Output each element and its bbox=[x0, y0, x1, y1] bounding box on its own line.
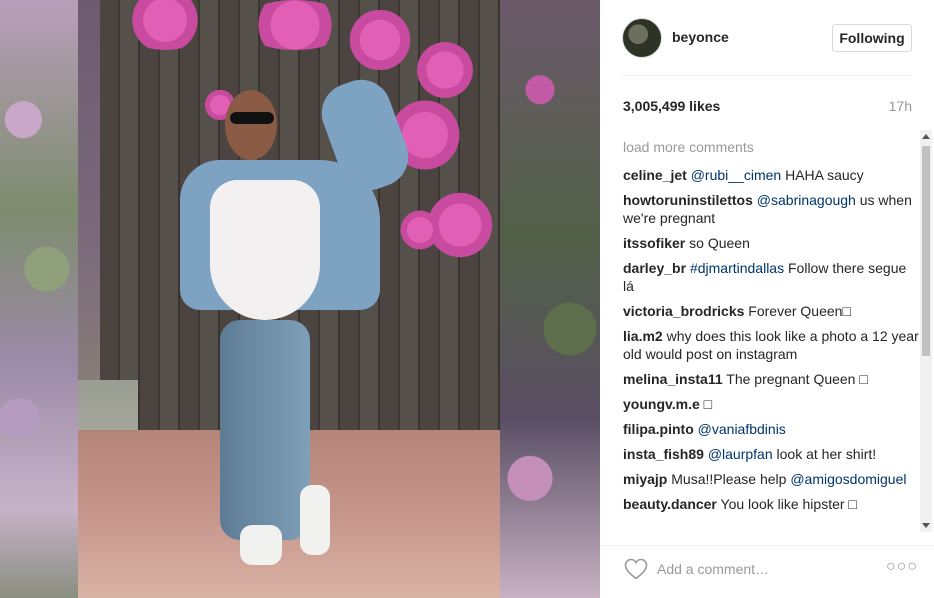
comment-username[interactable]: beauty.dancer bbox=[623, 496, 717, 512]
comment-text: so Queen bbox=[689, 235, 750, 251]
post-header: beyonce Following bbox=[622, 16, 912, 76]
comment-container: celine_jet @rubi__cimen HAHA saucy howtor… bbox=[623, 166, 919, 513]
photo-person-shoe bbox=[300, 485, 330, 555]
scroll-up-arrow-icon[interactable] bbox=[922, 134, 930, 139]
photo-person-legs bbox=[220, 320, 310, 540]
comment-mention[interactable]: @rubi__cimen bbox=[691, 167, 781, 183]
comment-username[interactable]: filipa.pinto bbox=[623, 421, 694, 437]
comment-text: why does this look like a photo a 12 yea… bbox=[623, 328, 919, 362]
comment-item: celine_jet @rubi__cimen HAHA saucy bbox=[623, 166, 919, 184]
comment-item: youngv.m.e □ bbox=[623, 395, 919, 413]
instagram-post-view: beyonce Following 3,005,499 likes 17h lo… bbox=[0, 0, 934, 598]
comment-username[interactable]: itssofiker bbox=[623, 235, 685, 251]
comment-item: miyajp Musa!!Please help @amigosdomiguel bbox=[623, 470, 919, 488]
comment-text: HAHA saucy bbox=[781, 167, 864, 183]
photo-flowers bbox=[340, 10, 420, 70]
comment-username[interactable]: celine_jet bbox=[623, 167, 687, 183]
comment-mention[interactable]: @sabrinagough bbox=[757, 192, 856, 208]
scroll-thumb[interactable] bbox=[922, 146, 930, 356]
photo-person-shirt bbox=[210, 180, 320, 320]
photo-person-shoe bbox=[240, 525, 282, 565]
comment-item: victoria_brodricks Forever Queen□ bbox=[623, 302, 919, 320]
avatar[interactable] bbox=[622, 18, 662, 58]
comment-username[interactable]: melina_insta11 bbox=[623, 371, 723, 387]
photo-flowers bbox=[240, 0, 350, 50]
photo-left-blur bbox=[0, 0, 78, 598]
load-more-comments-link[interactable]: load more comments bbox=[623, 137, 919, 159]
comment-item: insta_fish89 @laurpfan look at her shirt… bbox=[623, 445, 919, 463]
post-footer: ○○○ bbox=[600, 545, 934, 598]
photo-right-blur bbox=[500, 0, 600, 598]
comment-item: melina_insta11 The pregnant Queen □ bbox=[623, 370, 919, 388]
comment-item: darley_br #djmartindallas Follow there s… bbox=[623, 259, 919, 295]
comment-text: □ bbox=[703, 396, 713, 412]
scroll-down-arrow-icon[interactable] bbox=[922, 523, 930, 528]
photo-person-glasses bbox=[230, 112, 274, 124]
comment-item: lia.m2 why does this look like a photo a… bbox=[623, 327, 919, 363]
comment-mention[interactable]: @laurpfan bbox=[708, 446, 773, 462]
comment-text: Musa!!Please help bbox=[671, 471, 791, 487]
photo-flowers bbox=[395, 210, 445, 250]
photo-person bbox=[170, 70, 417, 580]
comment-item: filipa.pinto @vaniafbdinis bbox=[623, 420, 919, 438]
add-comment-input[interactable] bbox=[657, 556, 877, 582]
comment-mention[interactable]: @vaniafbdinis bbox=[698, 421, 786, 437]
comment-username[interactable]: lia.m2 bbox=[623, 328, 663, 344]
following-button[interactable]: Following bbox=[832, 24, 912, 52]
photo-flowers bbox=[410, 40, 480, 100]
comment-username[interactable]: darley_br bbox=[623, 260, 686, 276]
likes-count[interactable]: 3,005,499 likes bbox=[623, 98, 720, 114]
comment-username[interactable]: youngv.m.e bbox=[623, 396, 700, 412]
comments-scrollbar[interactable] bbox=[920, 130, 932, 532]
comment-username[interactable]: insta_fish89 bbox=[623, 446, 704, 462]
comment-item: itssofiker so Queen bbox=[623, 234, 919, 252]
comment-text: The pregnant Queen □ bbox=[726, 371, 868, 387]
comment-username[interactable]: miyajp bbox=[623, 471, 667, 487]
comment-text: You look like hipster □ bbox=[720, 496, 857, 512]
comment-username[interactable]: howtoruninstilettos bbox=[623, 192, 753, 208]
post-username[interactable]: beyonce bbox=[672, 29, 729, 45]
comment-text: Forever Queen□ bbox=[748, 303, 851, 319]
post-photo[interactable] bbox=[0, 0, 600, 598]
comment-item: beauty.dancer You look like hipster □ bbox=[623, 495, 919, 513]
comment-mention[interactable]: #djmartindallas bbox=[690, 260, 784, 276]
comment-item: howtoruninstilettos @sabrinagough us whe… bbox=[623, 191, 919, 227]
comments-list: load more comments celine_jet @rubi__cim… bbox=[623, 137, 919, 532]
comment-mention[interactable]: @amigosdomiguel bbox=[790, 471, 906, 487]
comment-text: look at her shirt! bbox=[772, 446, 877, 462]
post-time[interactable]: 17h bbox=[889, 98, 912, 114]
comment-username[interactable]: victoria_brodricks bbox=[623, 303, 744, 319]
heart-outline-icon[interactable] bbox=[624, 558, 648, 580]
ellipsis-icon[interactable]: ○○○ bbox=[886, 558, 918, 576]
photo-person-head bbox=[225, 90, 277, 160]
post-side-panel: beyonce Following 3,005,499 likes 17h lo… bbox=[600, 0, 934, 598]
